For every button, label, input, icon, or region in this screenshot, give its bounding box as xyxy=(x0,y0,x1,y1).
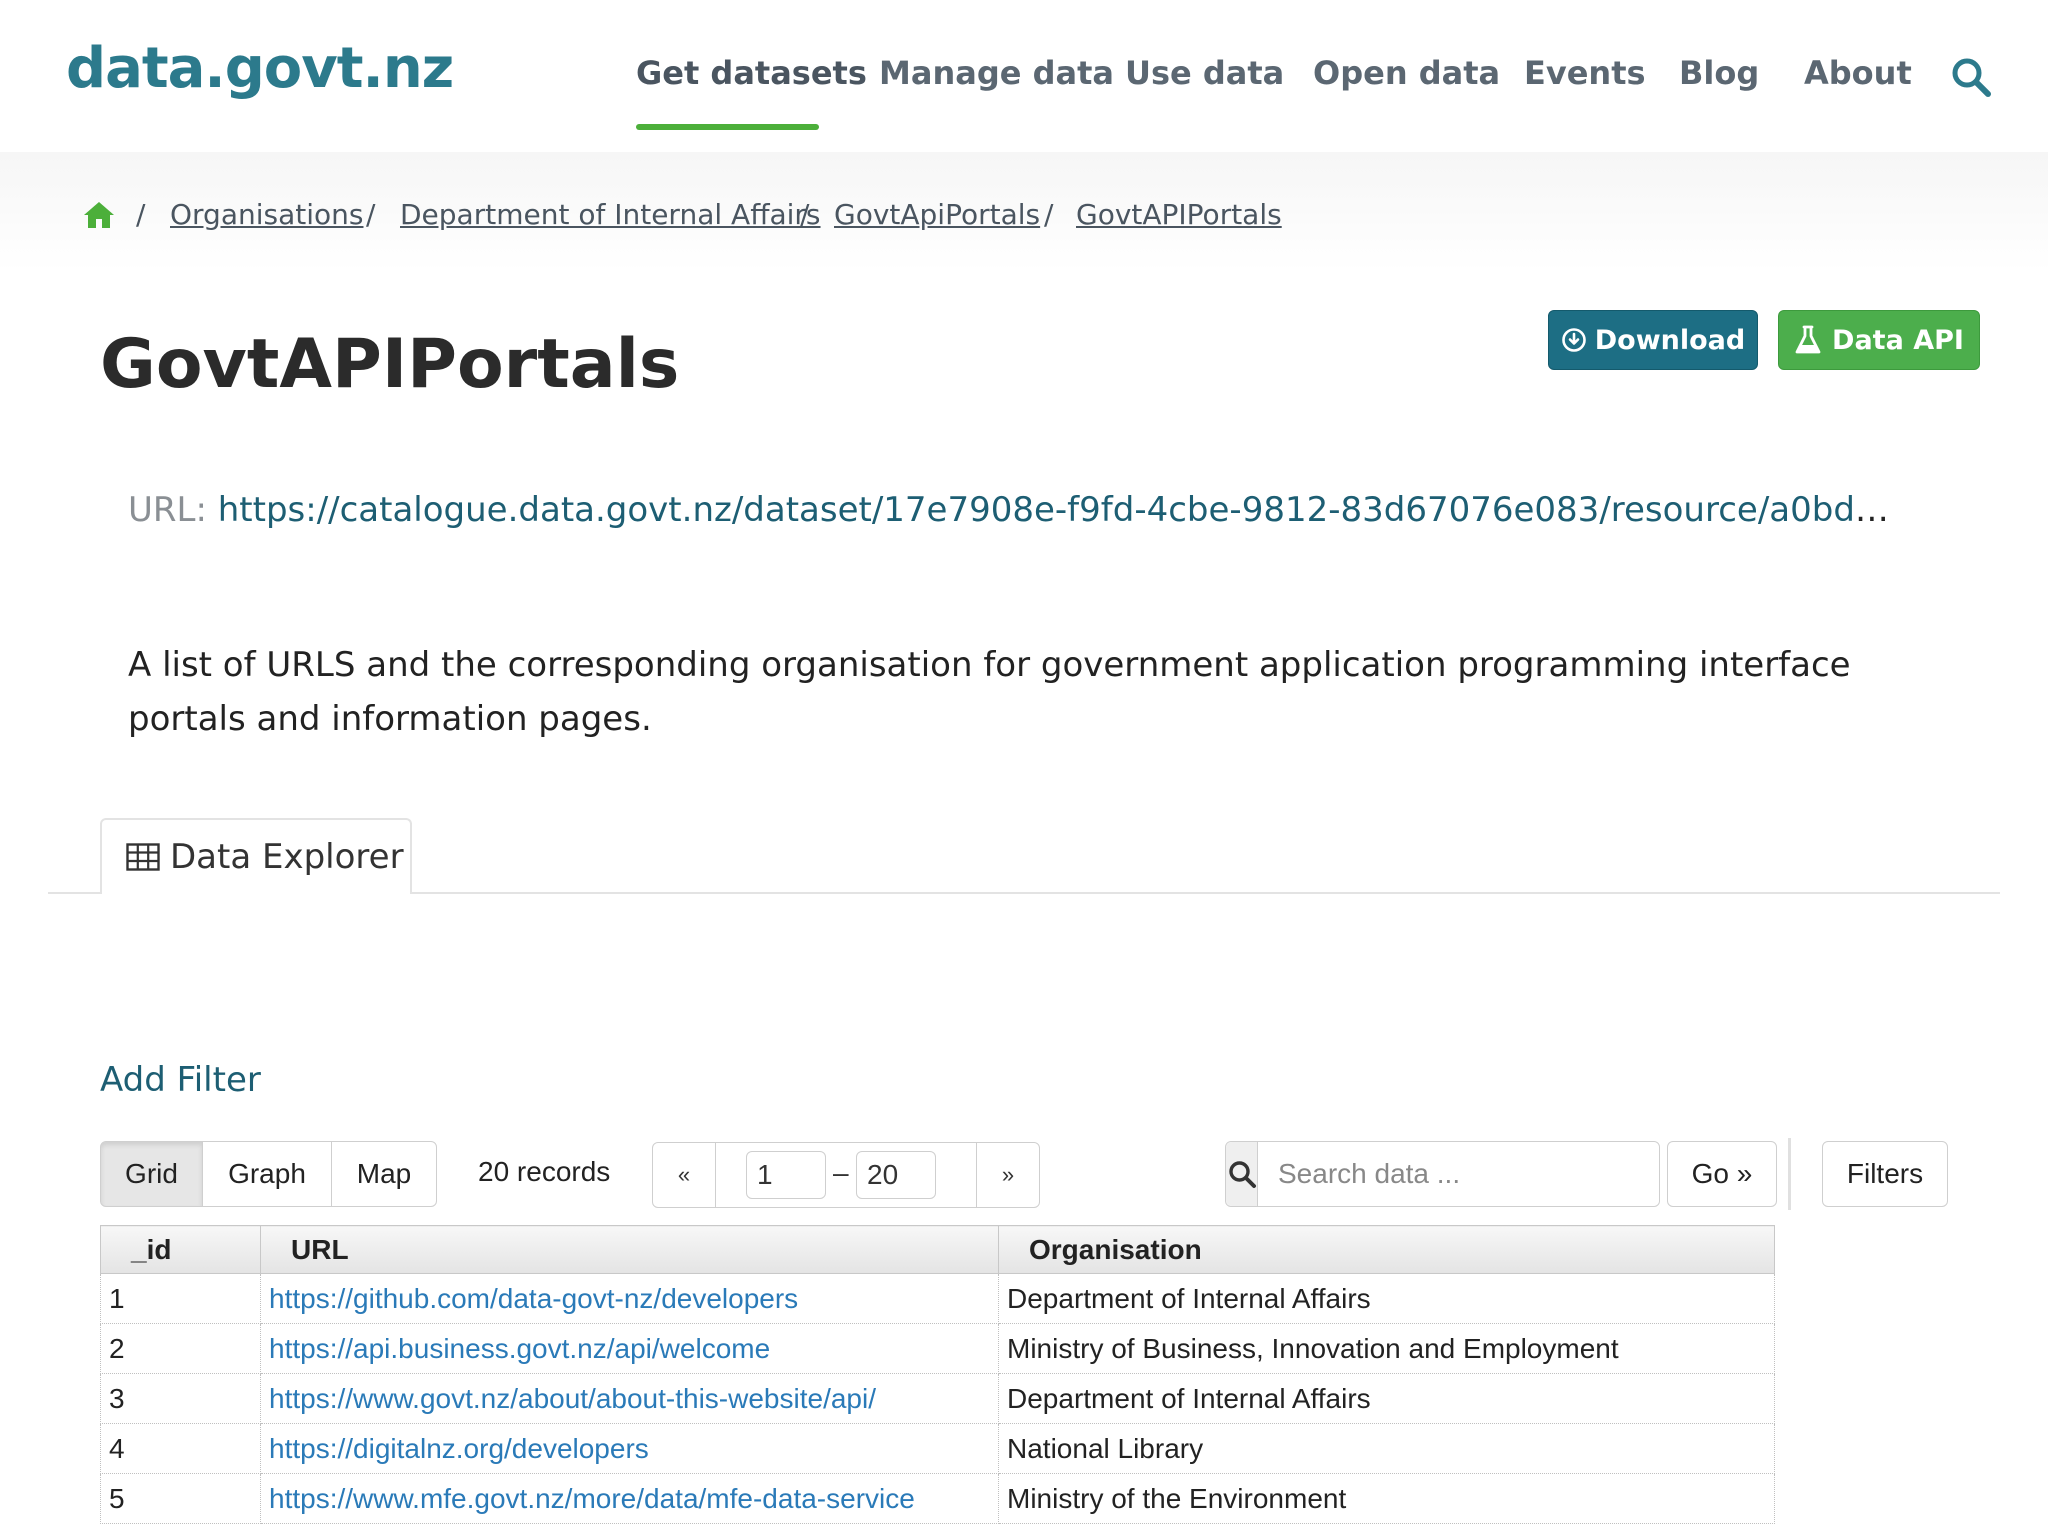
download-icon xyxy=(1561,328,1586,352)
nav-get-datasets[interactable]: Get datasets xyxy=(636,54,867,92)
cell-id: 1 xyxy=(100,1273,261,1324)
breadcrumb-dataset[interactable]: GovtApiPortals xyxy=(834,198,1040,231)
breadcrumb-separator: / xyxy=(366,198,376,231)
cell-url-link[interactable]: https://www.mfe.govt.nz/more/data/mfe-da… xyxy=(260,1473,999,1524)
cell-id: 3 xyxy=(100,1373,261,1424)
view-map-button[interactable]: Map xyxy=(331,1141,437,1207)
breadcrumb-separator: / xyxy=(136,198,146,231)
column-header-url[interactable]: URL xyxy=(260,1225,999,1274)
cell-id: 2 xyxy=(100,1323,261,1374)
nav-blog[interactable]: Blog xyxy=(1679,54,1759,92)
go-button[interactable]: Go » xyxy=(1667,1141,1777,1207)
table-row: 4 https://digitalnz.org/developers Natio… xyxy=(100,1423,1775,1474)
url-label: URL: xyxy=(128,490,207,530)
filters-button[interactable]: Filters xyxy=(1822,1141,1948,1207)
cell-url-link[interactable]: https://github.com/data-govt-nz/develope… xyxy=(260,1273,999,1324)
add-filter-link[interactable]: Add Filter xyxy=(100,1060,261,1100)
pager-to-input[interactable]: 20 xyxy=(856,1151,936,1199)
table-row: 3 https://www.govt.nz/about/about-this-w… xyxy=(100,1373,1775,1424)
nav-open-data[interactable]: Open data xyxy=(1313,54,1500,92)
cell-id: 5 xyxy=(100,1473,261,1524)
toolbar-divider xyxy=(1788,1138,1791,1210)
search-icon xyxy=(1226,1142,1258,1206)
column-header-id[interactable]: _id xyxy=(100,1225,261,1274)
nav-events[interactable]: Events xyxy=(1524,54,1646,92)
pager-dash: – xyxy=(833,1157,849,1188)
resource-description: A list of URLS and the corresponding org… xyxy=(128,645,1851,739)
active-nav-indicator xyxy=(636,124,819,130)
column-header-organisation[interactable]: Organisation xyxy=(998,1225,1775,1274)
page-title: GovtAPIPortals xyxy=(100,325,680,404)
download-button[interactable]: Download xyxy=(1548,310,1758,370)
download-label: Download xyxy=(1594,324,1746,356)
grid-header-row: _id URL Organisation xyxy=(100,1225,1775,1274)
data-search xyxy=(1225,1141,1660,1207)
cell-organisation: Department of Internal Affairs xyxy=(998,1373,1775,1424)
home-icon[interactable] xyxy=(82,200,116,230)
cell-organisation: Ministry of the Environment xyxy=(998,1473,1775,1524)
record-count: 20 records xyxy=(478,1156,611,1187)
pager-prev-button[interactable]: « xyxy=(653,1143,716,1207)
table-icon xyxy=(126,843,160,871)
cell-url-link[interactable]: https://api.business.govt.nz/api/welcome xyxy=(260,1323,999,1374)
nav-manage-data[interactable]: Manage data xyxy=(879,54,1114,92)
cell-organisation: Department of Internal Affairs xyxy=(998,1273,1775,1324)
search-data-input[interactable] xyxy=(1258,1142,1659,1206)
nav-use-data[interactable]: Use data xyxy=(1125,54,1284,92)
pager-from-input[interactable]: 1 xyxy=(746,1151,826,1199)
view-grid-button[interactable]: Grid xyxy=(100,1141,203,1207)
breadcrumb-resource[interactable]: GovtAPIPortals xyxy=(1076,198,1282,231)
data-grid: _id URL Organisation 1 https://github.co… xyxy=(100,1225,1775,1524)
data-api-label: Data API xyxy=(1832,324,1964,356)
site-logo[interactable]: data.govt.nz xyxy=(66,36,454,101)
cell-organisation: Ministry of Business, Innovation and Emp… xyxy=(998,1323,1775,1374)
flask-icon xyxy=(1795,325,1821,354)
tab-data-explorer[interactable]: Data Explorer xyxy=(100,818,412,894)
breadcrumb-department[interactable]: Department of Internal Affairs xyxy=(400,198,821,231)
tab-label: Data Explorer xyxy=(170,837,404,877)
breadcrumb-separator: / xyxy=(800,198,810,231)
view-graph-button[interactable]: Graph xyxy=(202,1141,332,1207)
search-icon[interactable] xyxy=(1950,56,1992,98)
cell-url-link[interactable]: https://digitalnz.org/developers xyxy=(260,1423,999,1474)
data-api-button[interactable]: Data API xyxy=(1778,310,1980,370)
breadcrumb-separator: / xyxy=(1044,198,1054,231)
view-switcher: Grid Graph Map xyxy=(100,1141,437,1207)
cell-url-link[interactable]: https://www.govt.nz/about/about-this-web… xyxy=(260,1373,999,1424)
breadcrumb-organisations[interactable]: Organisations xyxy=(170,198,363,231)
cell-organisation: National Library xyxy=(998,1423,1775,1474)
cell-id: 4 xyxy=(100,1423,261,1474)
resource-url-line: URL: https://catalogue.data.govt.nz/data… xyxy=(128,490,1908,530)
site-header: data.govt.nz Get datasets Manage data Us… xyxy=(0,0,2048,152)
table-row: 2 https://api.business.govt.nz/api/welco… xyxy=(100,1323,1775,1374)
table-row: 5 https://www.mfe.govt.nz/more/data/mfe-… xyxy=(100,1473,1775,1524)
pager: « 1 – 20 » xyxy=(652,1142,1040,1208)
pager-next-button[interactable]: » xyxy=(976,1143,1039,1207)
nav-about[interactable]: About xyxy=(1804,54,1912,92)
table-row: 1 https://github.com/data-govt-nz/develo… xyxy=(100,1273,1775,1324)
resource-url-link[interactable]: https://catalogue.data.govt.nz/dataset/1… xyxy=(218,490,1908,530)
